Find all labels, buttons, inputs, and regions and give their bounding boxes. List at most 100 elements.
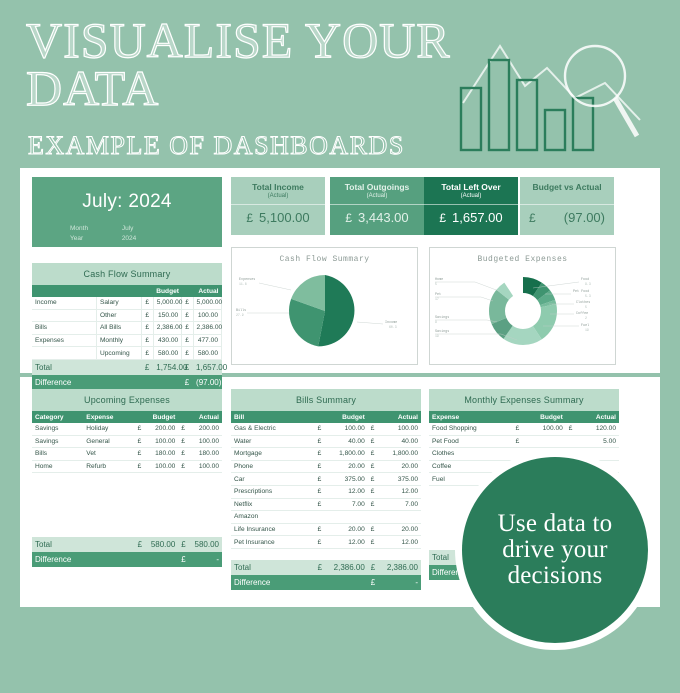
total-currency: £ [314, 559, 326, 575]
table-row: Pet Insurance £ 12.00 £ 12.00 [231, 535, 421, 549]
total-label: Total [231, 559, 315, 575]
cell-actual: 180.00 [189, 447, 222, 461]
difference-value: - [379, 574, 421, 590]
total-budget: 2,386.00 [325, 559, 368, 575]
difference-label: Difference [32, 374, 142, 390]
cell-budget: 100.00 [145, 460, 179, 474]
table-total-row: Total £ 1,754.00 £ 1,657.00 [32, 359, 227, 375]
col-header-budget: Budget [325, 411, 368, 423]
cell-category [32, 346, 97, 360]
promo-badge-inner: Use data to drive your decisions [462, 457, 648, 643]
page-subtitle: EXAMPLE OF DASHBOARDS [28, 131, 405, 161]
cell-currency: £ [367, 498, 380, 512]
cell-currency: £ [314, 498, 326, 512]
donut-value-home: 5 [435, 282, 437, 286]
cell-budget: 2,386.00 [153, 321, 182, 335]
total-actual: 580.00 [189, 536, 222, 552]
leader-line-savings-2 [435, 319, 498, 323]
cell-bill: Phone [231, 460, 315, 474]
kpi-subtitle: (Actual) [460, 193, 482, 199]
difference-currency: £ [367, 574, 380, 590]
difference-pad [145, 551, 179, 567]
kpi-card-budget-vs-actual: Budget vs Actual £ (97.00) [520, 177, 614, 235]
cell-category [32, 309, 97, 323]
year-field-label: Year [70, 235, 84, 242]
cell-currency: £ [181, 297, 194, 310]
cell-currency: £ [141, 334, 154, 348]
col-header [134, 411, 146, 423]
col-header [367, 411, 380, 423]
currency-symbol: £ [246, 210, 254, 225]
difference-value: - [189, 551, 222, 567]
table-row: Water £ 40.00 £ 40.00 [231, 435, 421, 449]
col-header [178, 411, 190, 423]
col-header-actual: Actual [193, 285, 222, 297]
total-actual: 1,657.00 [193, 359, 227, 375]
table-row: Mortgage £ 1,800.00 £ 1,800.00 [231, 447, 421, 461]
kpi-title: Budget vs Actual [532, 182, 602, 192]
kpi-title: Total Left Over [441, 182, 501, 192]
cell-expense: Holiday [83, 423, 135, 436]
total-label: Total [32, 359, 142, 375]
table-row: Pet Food £ 5.00 [429, 435, 619, 449]
kpi-card-total-income: Total Income (Actual) £ 5,100.00 [231, 177, 325, 235]
cell-actual: 100.00 [379, 423, 421, 436]
cell-currency: £ [367, 523, 380, 537]
difference-currency: £ [181, 374, 194, 390]
cell-currency: £ [314, 460, 326, 474]
cell-bill: Car [231, 472, 315, 486]
table-total-row: Total £ 2,386.00 £ 2,386.00 [231, 559, 421, 575]
col-header [96, 285, 142, 297]
cell-actual: 477.00 [193, 334, 223, 348]
difference-pad [134, 551, 146, 567]
kpi-title: Total Outgoings [344, 182, 410, 192]
cell-actual: 12.00 [379, 485, 421, 499]
donut-slices [489, 277, 557, 345]
cell-category: Bills [32, 321, 97, 335]
cell-currency: £ [141, 321, 154, 335]
cell-item: Monthly [96, 334, 143, 348]
cell-expense: General [83, 435, 135, 449]
month-selector-panel[interactable]: July: 2024 Month July Year 2024 [32, 177, 222, 247]
table-row: Income Salary £ 5,000.00 £ 5,000.00 [32, 297, 222, 310]
kpi-value-row: £ 5,100.00 [231, 204, 325, 230]
cell-bill: Water [231, 435, 315, 449]
cell-budget: 150.00 [153, 309, 183, 323]
currency-symbol: £ [345, 210, 353, 225]
upcoming-expenses-table: Upcoming Expenses Category Expense Budge… [32, 389, 222, 567]
col-header-expense: Expense [83, 411, 135, 423]
cell-item: Salary [96, 297, 143, 310]
table-header-row: Bill Budget Actual [231, 411, 421, 423]
month-field-value: July [121, 225, 134, 232]
cell-budget [523, 435, 566, 449]
cell-currency: £ [367, 472, 380, 486]
col-header-actual: Actual [189, 411, 222, 423]
cell-actual: 200.00 [189, 423, 222, 436]
cell-currency: £ [314, 535, 326, 549]
cell-expense: Clothes [429, 447, 513, 461]
cell-currency: £ [565, 423, 578, 436]
cell-budget: 1,800.00 [325, 447, 368, 461]
kpi-value: (97.00) [563, 210, 605, 225]
difference-pad [314, 574, 326, 590]
cell-actual: 20.00 [379, 523, 421, 537]
bills-summary-table: Bills Summary Bill Budget Actual Gas & E… [231, 389, 421, 590]
col-header [181, 285, 194, 297]
cell-budget: 12.00 [325, 535, 368, 549]
leader-line-pet [435, 296, 494, 302]
table-row: Expenses Monthly £ 430.00 £ 477.00 [32, 334, 223, 348]
table-difference-row: Difference £ (97.00) [32, 374, 222, 390]
col-header [314, 411, 326, 423]
table-row: Home Refurb £ 100.00 £ 100.00 [32, 460, 222, 474]
table-row: Life Insurance £ 20.00 £ 20.00 [231, 523, 421, 537]
cell-currency: £ [181, 309, 194, 323]
cell-currency: £ [367, 423, 380, 436]
cell-actual: 40.00 [379, 435, 421, 449]
total-budget: 1,754.00 [153, 359, 187, 375]
cell-currency: £ [178, 447, 190, 461]
table-row: Amazon [231, 510, 421, 524]
cell-actual: 100.00 [189, 460, 222, 474]
pie-value-income: 60.3 [389, 325, 397, 329]
table-spacer [32, 516, 222, 527]
cell-actual: 5.00 [577, 435, 619, 449]
